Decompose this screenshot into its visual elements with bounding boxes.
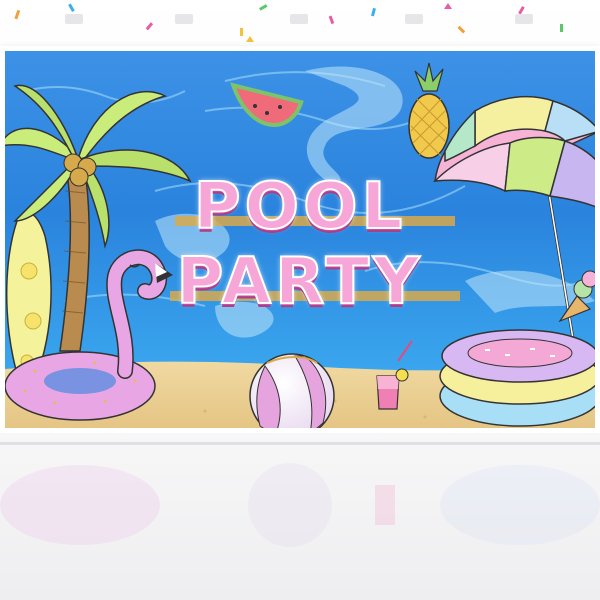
- banner-clip: [65, 14, 83, 24]
- beach-ball-icon: [249, 353, 335, 428]
- banner-title-line-1: POOL: [193, 169, 407, 245]
- banner-clip: [290, 14, 308, 24]
- floor-reflection: [0, 463, 600, 547]
- banner-title-line-2: PARTY: [176, 244, 424, 320]
- banner-clip: [175, 14, 193, 24]
- banner-clip: [515, 14, 533, 24]
- banner-clip: [405, 14, 423, 24]
- kiddie-pool-icon: [439, 329, 595, 427]
